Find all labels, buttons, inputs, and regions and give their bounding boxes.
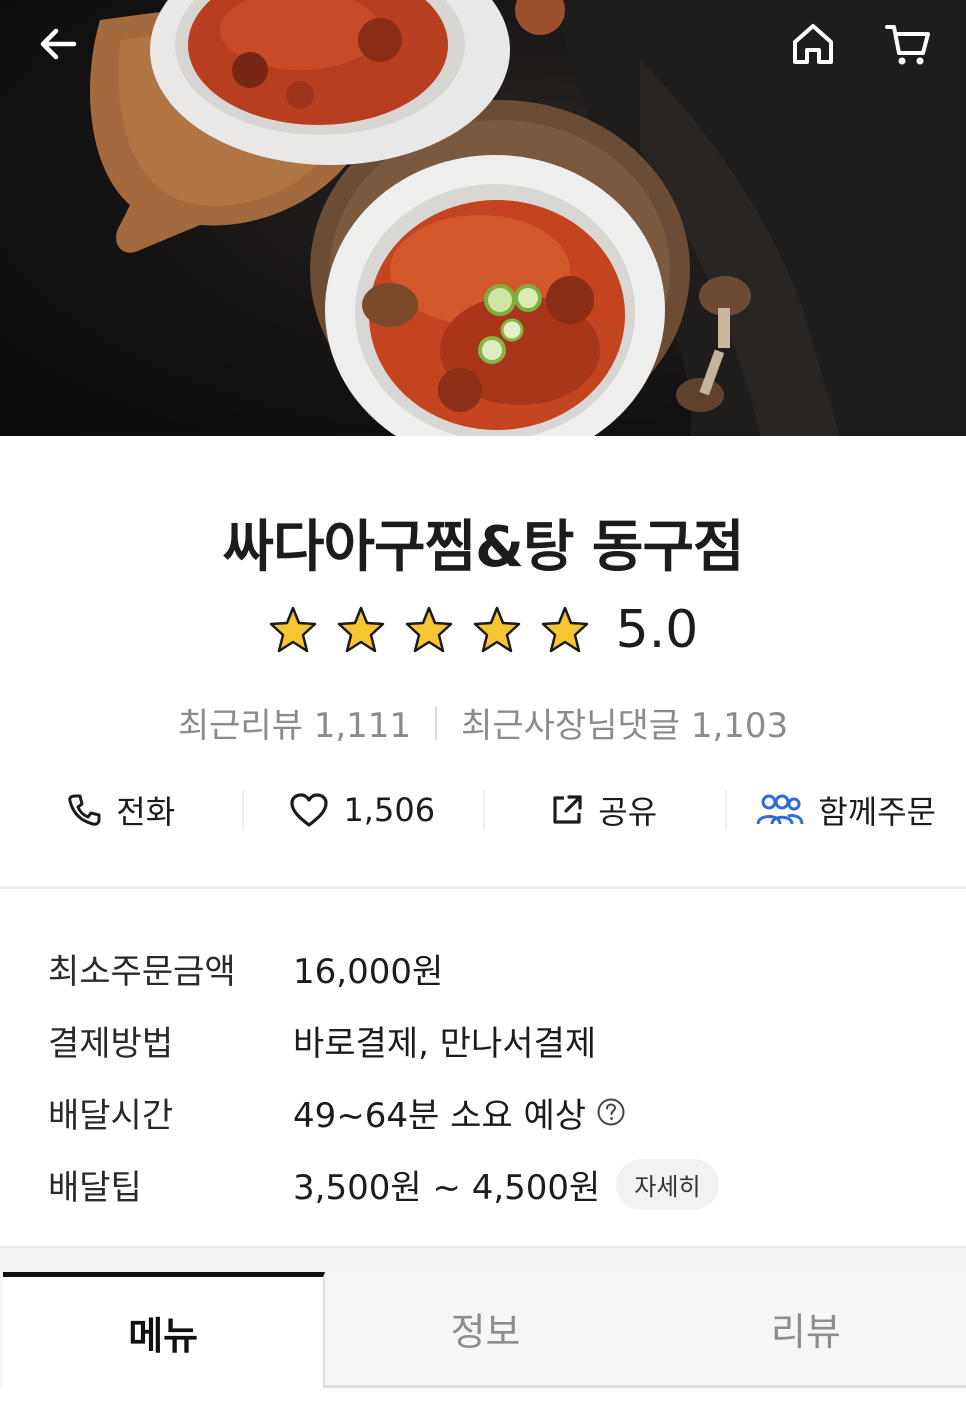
share-icon (550, 793, 584, 827)
call-label: 전화 (116, 793, 176, 831)
divider (435, 705, 438, 740)
store-tabs: 메뉴 정보 리뷰 (0, 1272, 966, 1388)
rating-row: 5.0 (0, 600, 966, 660)
tab-menu[interactable]: 메뉴 (3, 1272, 326, 1388)
back-button[interactable] (28, 14, 88, 74)
detail-label: 배달시간 (48, 1095, 174, 1136)
delivery-tip-row: 배달팁 3,500원 ~ 4,500원 자세히 (48, 1148, 928, 1220)
detail-label: 최소주문금액 (48, 951, 236, 992)
cart-button[interactable] (878, 14, 938, 74)
detail-value: 바로결제, 만나서결제 (293, 1023, 597, 1064)
recent-reviews-link[interactable]: 최근리뷰 1,111 (178, 698, 411, 747)
detail-label: 결제방법 (48, 1023, 174, 1064)
tab-reviews[interactable]: 리뷰 (645, 1272, 966, 1388)
store-details: 최소주문금액 16,000원 결제방법 바로결제, 만나서결제 배달시간 49~… (48, 932, 928, 1220)
min-order-row: 최소주문금액 16,000원 (48, 932, 928, 1004)
detail-value: 16,000원 (293, 951, 444, 992)
detail-label: 배달팁 (48, 1167, 142, 1208)
share-button[interactable]: 공유 (483, 778, 725, 842)
store-name: 싸다아구찜&탕 동구점 (222, 515, 744, 580)
home-button[interactable] (783, 14, 843, 74)
star-icon (405, 606, 452, 653)
detail-value-wrap: 49~64분 소요 예상 (293, 1088, 626, 1137)
phone-icon (66, 792, 102, 828)
section-divider (0, 886, 966, 889)
like-count: 1,506 (343, 791, 436, 829)
store-actions: 전화 1,506 공유 함께주문 (0, 778, 966, 842)
detail-value-wrap: 3,500원 ~ 4,500원 자세히 (293, 1158, 719, 1210)
arrow-left-icon (40, 28, 77, 60)
tip-detail-button[interactable]: 자세히 (616, 1158, 719, 1210)
star-icon (337, 606, 384, 653)
group-order-button[interactable]: 함께주문 (724, 778, 966, 842)
like-button[interactable]: 1,506 (241, 778, 484, 842)
star-icon (473, 606, 520, 653)
group-order-label: 함께주문 (818, 793, 937, 831)
star-icon (541, 606, 588, 653)
people-icon (754, 792, 804, 828)
help-icon[interactable] (596, 1097, 626, 1127)
home-icon (793, 24, 833, 64)
owner-replies-link[interactable]: 최근사장님댓글 1,103 (461, 698, 788, 747)
store-hero-image (0, 0, 966, 436)
section-divider (0, 1246, 966, 1274)
share-label: 공유 (598, 793, 658, 831)
rating-value: 5.0 (615, 600, 699, 660)
payment-method-row: 결제방법 바로결제, 만나서결제 (48, 1004, 928, 1076)
tab-info[interactable]: 정보 (325, 1272, 646, 1388)
star-icon (269, 606, 316, 653)
detail-value: 49~64분 소요 예상 (293, 1095, 587, 1136)
call-button[interactable]: 전화 (0, 778, 242, 842)
review-stats: 최근리뷰 1,111 최근사장님댓글 1,103 (0, 698, 966, 747)
detail-value: 3,500원 ~ 4,500원 (293, 1167, 601, 1208)
cart-icon (885, 25, 930, 65)
heart-icon (289, 792, 329, 828)
star-rating (268, 606, 590, 654)
delivery-time-row: 배달시간 49~64분 소요 예상 (48, 1076, 928, 1148)
